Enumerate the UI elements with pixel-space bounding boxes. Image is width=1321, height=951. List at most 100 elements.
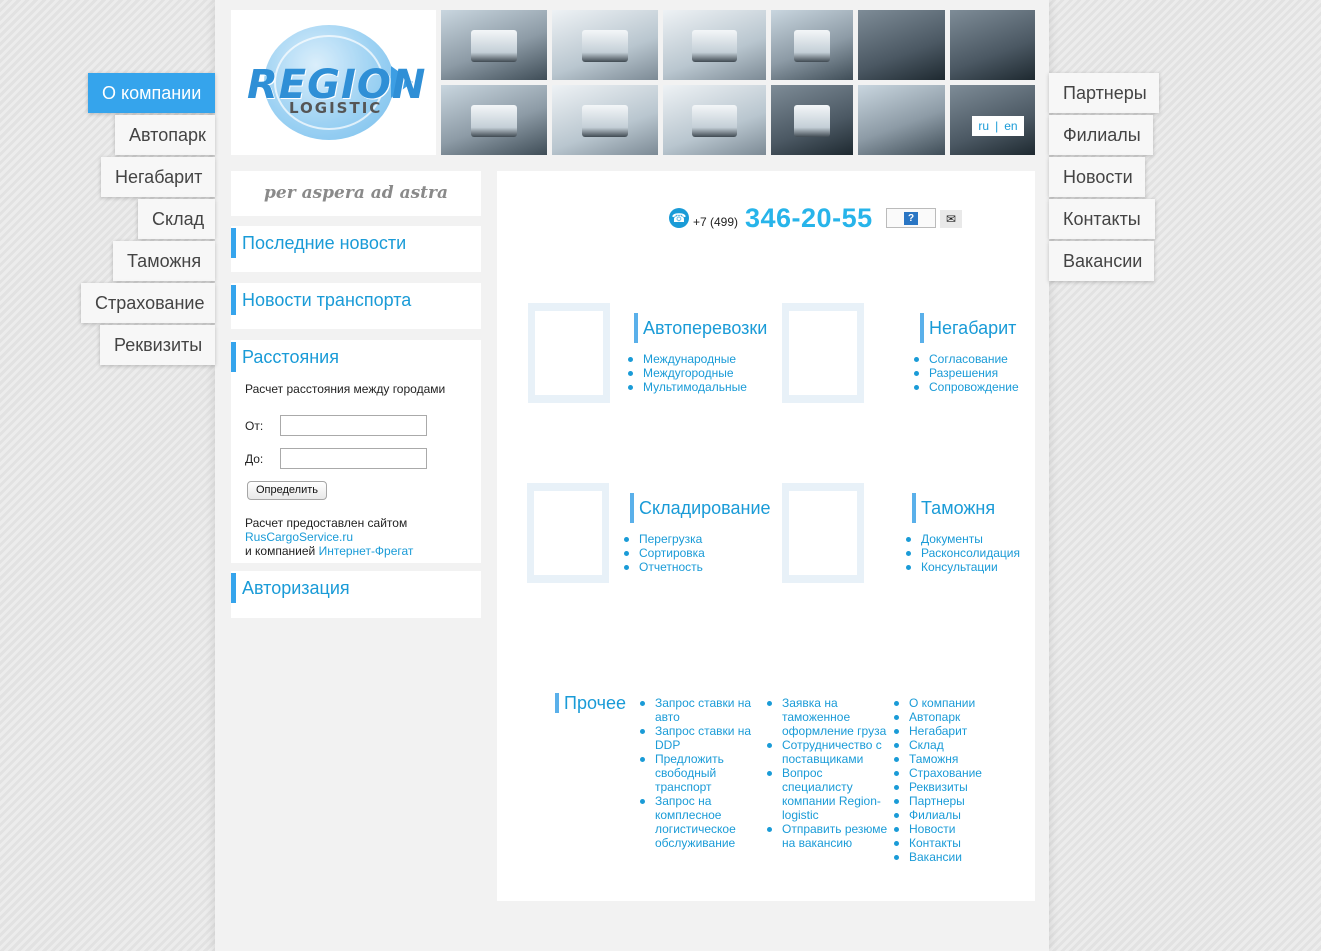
credit-line-2: и компанией: [245, 544, 316, 558]
service-title[interactable]: Складирование: [630, 493, 771, 523]
other-col-2: Заявка на таможенное оформление груза Со…: [766, 696, 890, 850]
header-photo: [441, 10, 547, 80]
nav-contacts[interactable]: Контакты: [1049, 199, 1155, 239]
other-link[interactable]: Запрос ставки на авто: [639, 696, 757, 724]
other-link[interactable]: Негабарит: [893, 724, 1003, 738]
credit-site-row: RusCargoService.ru: [245, 530, 353, 544]
service-item[interactable]: Перегрузка: [623, 532, 705, 546]
other-link[interactable]: Новости: [893, 822, 1003, 836]
nav-branches[interactable]: Филиалы: [1049, 115, 1153, 155]
service-item[interactable]: Международные: [627, 352, 747, 366]
latest-news-box: Последние новости: [231, 226, 481, 272]
other-link[interactable]: Страхование: [893, 766, 1003, 780]
lang-separator: |: [995, 119, 999, 133]
motto: per aspera ad astra: [231, 171, 481, 216]
auth-box: Авторизация: [231, 571, 481, 618]
service-item[interactable]: Сопровождение: [913, 380, 1019, 394]
nav-oversize[interactable]: Негабарит: [101, 157, 215, 197]
header-photo: [771, 85, 853, 155]
other-col-1: Запрос ставки на авто Запрос ставки на D…: [639, 696, 757, 850]
service-item[interactable]: Разрешения: [913, 366, 1019, 380]
nav-insurance[interactable]: Страхование: [81, 283, 215, 323]
header-photo: [663, 10, 766, 80]
help-button[interactable]: ?: [886, 208, 936, 228]
service-title[interactable]: Таможня: [912, 493, 995, 523]
site-logo[interactable]: REGION LOGISTIC: [231, 10, 436, 155]
service-list: Согласование Разрешения Сопровождение: [913, 352, 1019, 394]
question-icon: ?: [904, 212, 918, 225]
service-item[interactable]: Консультации: [905, 560, 1020, 574]
service-item[interactable]: Междугородные: [627, 366, 747, 380]
phone-prefix: +7 (499): [693, 215, 739, 229]
credit-line-1: Расчет предоставлен сайтом: [245, 516, 408, 530]
service-title[interactable]: Негабарит: [920, 313, 1016, 343]
service-list: Документы Расконсолидация Консультации: [905, 532, 1020, 574]
other-link[interactable]: Таможня: [893, 752, 1003, 766]
service-item[interactable]: Мультимодальные: [627, 380, 747, 394]
nav-warehouse[interactable]: Склад: [138, 199, 215, 239]
nav-requisites[interactable]: Реквизиты: [100, 325, 215, 365]
to-input[interactable]: [280, 448, 427, 469]
header-photo: [552, 85, 658, 155]
other-link[interactable]: Партнеры: [893, 794, 1003, 808]
envelope-icon[interactable]: ✉: [940, 210, 962, 228]
other-link[interactable]: Вопрос специалисту компании Region-logis…: [766, 766, 890, 822]
from-input[interactable]: [280, 415, 427, 436]
other-link[interactable]: Склад: [893, 738, 1003, 752]
service-image[interactable]: [528, 303, 610, 403]
logo-word-logistic: LOGISTIC: [289, 99, 383, 117]
other-link[interactable]: Вакансии: [893, 850, 1003, 864]
service-item[interactable]: Документы: [905, 532, 1020, 546]
calculate-button[interactable]: Определить: [247, 481, 328, 500]
other-link[interactable]: Реквизиты: [893, 780, 1003, 794]
header-photo: [950, 10, 1035, 80]
other-col-3: О компании Автопарк Негабарит Склад Тамо…: [893, 696, 1003, 864]
lang-ru-link[interactable]: ru: [975, 119, 992, 133]
header-photo: [552, 10, 658, 80]
service-title[interactable]: Автоперевозки: [634, 313, 767, 343]
credit-site-link[interactable]: RusCargoService.ru: [245, 530, 353, 544]
nav-partners[interactable]: Партнеры: [1049, 73, 1159, 113]
other-link[interactable]: Автопарк: [893, 710, 1003, 724]
nav-customs[interactable]: Таможня: [113, 241, 215, 281]
header-photo: [771, 10, 853, 80]
other-link[interactable]: Предложить свободный транспорт: [639, 752, 757, 794]
service-list: Международные Междугородные Мультимодаль…: [627, 352, 747, 394]
distance-title[interactable]: Расстояния: [231, 342, 481, 372]
other-link[interactable]: Запрос ставки на DDP: [639, 724, 757, 752]
service-image[interactable]: [782, 483, 864, 583]
service-list: Перегрузка Сортировка Отчетность: [623, 532, 705, 574]
nav-about[interactable]: О компании: [88, 73, 215, 113]
latest-news-link[interactable]: Последние новости: [231, 228, 481, 258]
service-image[interactable]: [527, 483, 609, 583]
lang-en-link[interactable]: en: [1001, 119, 1020, 133]
service-item[interactable]: Отчетность: [623, 560, 705, 574]
other-title: Прочее: [555, 693, 626, 713]
credit-company-row: и компанией Интернет-Фрегат: [245, 544, 413, 558]
main-content: ☎ +7 (499) 346-20-55 ? ✉ Автоперевозки М…: [497, 171, 1035, 901]
service-item[interactable]: Расконсолидация: [905, 546, 1020, 560]
nav-news[interactable]: Новости: [1049, 157, 1145, 197]
service-item[interactable]: Сортировка: [623, 546, 705, 560]
nav-vacancies[interactable]: Вакансии: [1049, 241, 1154, 281]
auth-link[interactable]: Авторизация: [231, 573, 481, 603]
other-link[interactable]: Запрос на комплесное логистическое обслу…: [639, 794, 757, 850]
other-link[interactable]: Контакты: [893, 836, 1003, 850]
phone-icon: ☎: [669, 208, 689, 228]
other-link[interactable]: Отправить резюме на вакансию: [766, 822, 890, 850]
credit-company-link[interactable]: Интернет-Фрегат: [319, 544, 414, 558]
from-label: От:: [245, 419, 264, 433]
service-item[interactable]: Согласование: [913, 352, 1019, 366]
other-link[interactable]: О компании: [893, 696, 1003, 710]
header-photo: [441, 85, 547, 155]
service-image[interactable]: [782, 303, 864, 403]
other-link[interactable]: Сотрудничество с поставщиками: [766, 738, 890, 766]
nav-fleet[interactable]: Автопарк: [115, 115, 215, 155]
transport-news-box: Новости транспорта: [231, 283, 481, 329]
other-link[interactable]: Заявка на таможенное оформление груза: [766, 696, 890, 738]
language-switcher: ru | en: [972, 116, 1024, 136]
transport-news-link[interactable]: Новости транспорта: [231, 285, 481, 315]
other-link[interactable]: Филиалы: [893, 808, 1003, 822]
header-photo: [858, 85, 945, 155]
distance-calculator: Расстояния Расчет расстояния между город…: [231, 340, 481, 563]
